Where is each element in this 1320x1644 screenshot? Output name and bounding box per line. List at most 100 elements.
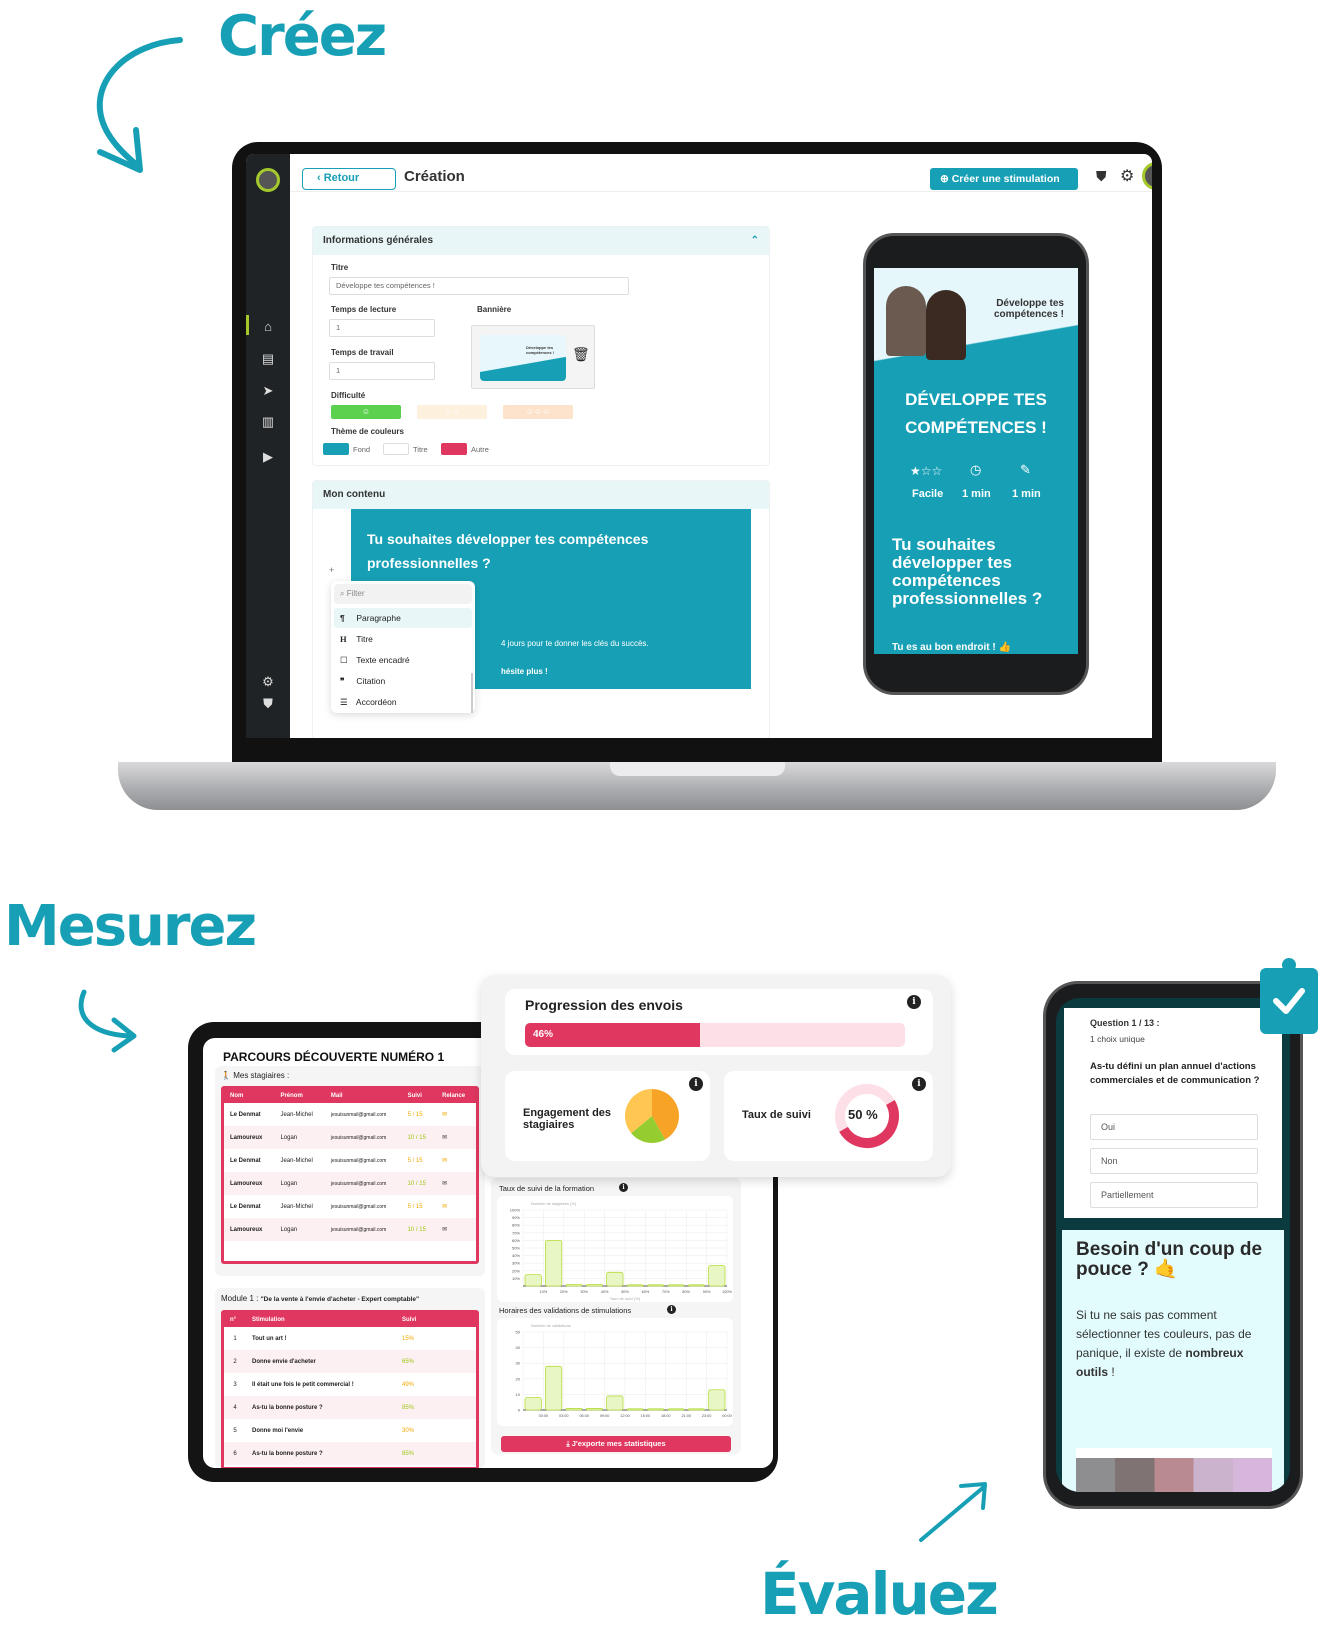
stimulation-name: As-tu la bonne posture ?: [246, 1396, 396, 1419]
stimulation-row[interactable]: 3 Il était une fois le petit commercial …: [224, 1373, 476, 1396]
shield-icon[interactable]: ⛊: [258, 694, 278, 714]
list-icon: ☰: [340, 697, 348, 707]
difficulty-hard[interactable]: ☺☺☺: [503, 405, 573, 419]
work-time-input[interactable]: 1: [329, 362, 435, 380]
plus-circle-icon: ⊕: [940, 173, 952, 185]
answer-option[interactable]: Oui: [1090, 1114, 1258, 1140]
book-icon[interactable]: ▤: [258, 349, 278, 369]
question-text: As-tu défini un plan annuel d'actions co…: [1090, 1061, 1260, 1086]
question-number: Question 1 / 13 :: [1090, 1018, 1160, 1028]
trash-icon[interactable]: 🗑: [572, 346, 590, 363]
info-icon[interactable]: i: [619, 1183, 628, 1192]
mail-icon[interactable]: ✉: [436, 1195, 476, 1218]
answer-option[interactable]: Non: [1090, 1148, 1258, 1174]
col-header[interactable]: Suivi: [401, 1089, 437, 1103]
chart-icon[interactable]: ▥: [258, 412, 278, 432]
send-icon[interactable]: ➤: [258, 381, 278, 401]
back-button[interactable]: ‹ Retour: [302, 168, 396, 190]
mail-icon[interactable]: ✉: [436, 1149, 476, 1172]
stimulation-row[interactable]: 5 Donne moi l'envie 30%: [224, 1419, 476, 1442]
shield-icon[interactable]: ⛊: [1096, 168, 1107, 185]
col-header[interactable]: Stimulation: [246, 1313, 396, 1327]
mail-icon[interactable]: ✉: [436, 1172, 476, 1195]
pencil-icon: ✎: [1020, 462, 1031, 477]
stimulation-row[interactable]: 2 Donne envie d'acheter 65%: [224, 1350, 476, 1373]
home-icon[interactable]: ⌂: [258, 317, 278, 337]
theme-swatch-title[interactable]: [383, 443, 409, 455]
difficulty-easy[interactable]: ☺: [331, 405, 401, 419]
validation-hours-chart: Nombre de validations0102030405000:00 03:…: [497, 1318, 733, 1426]
x-tick-label: 03:00: [559, 1414, 569, 1418]
col-header[interactable]: Mail: [324, 1089, 402, 1103]
module-panel: Module 1 : "De la vente à l'envie d'ache…: [215, 1288, 485, 1468]
col-header[interactable]: Relance: [436, 1089, 476, 1103]
bar: [524, 1274, 542, 1287]
stimulation-number: 2: [224, 1350, 246, 1373]
question-card: Question 1 / 13 : 1 choix unique As-tu d…: [1064, 1008, 1282, 1218]
export-button[interactable]: ⤓ J'exporte mes statistiques: [501, 1436, 731, 1452]
info-icon[interactable]: i: [907, 995, 921, 1009]
stimulation-name: Il était une fois le petit commercial !: [252, 1381, 354, 1388]
menu-item-quote[interactable]: ❞ Citation: [334, 671, 472, 691]
menu-item-paragraph[interactable]: ¶ Paragraphe: [334, 608, 472, 628]
user-avatar[interactable]: [1142, 162, 1152, 190]
title-label: Titre: [331, 263, 349, 272]
mail-icon[interactable]: ✉: [436, 1126, 476, 1149]
trainee-row[interactable]: Le Denmat Jean-Michel jesuisunmail@gmail…: [224, 1195, 476, 1218]
theme-label-title: Titre: [413, 445, 428, 454]
menu-item-title[interactable]: H Titre: [334, 629, 472, 649]
theme-swatch-other[interactable]: [441, 443, 467, 455]
y-tick-label: 10: [516, 1392, 521, 1397]
info-icon[interactable]: i: [667, 1305, 676, 1314]
trainee-row[interactable]: Lamoureux Logan jesuisunmail@gmail.com 1…: [224, 1218, 476, 1241]
video-icon[interactable]: ▶: [258, 447, 278, 467]
search-icon: ⌕: [340, 589, 347, 598]
trainee-row[interactable]: Le Denmat Jean-Michel jesuisunmail@gmail…: [224, 1149, 476, 1172]
stimulation-row[interactable]: 1 Tout un art ! 15%: [224, 1327, 476, 1350]
general-info-header[interactable]: Informations générales ⌃: [313, 227, 769, 255]
x-tick-label: 21:00: [681, 1414, 691, 1418]
theme-swatch-background[interactable]: [323, 443, 349, 455]
heading-evaluate: Évaluez: [760, 1560, 999, 1628]
menu-scrollbar[interactable]: [471, 673, 473, 713]
banner-dropzone[interactable]: Développe tes compétences ! 🗑: [471, 325, 595, 389]
add-block-button[interactable]: +: [329, 565, 334, 575]
mail-icon[interactable]: ✉: [436, 1103, 476, 1126]
trainee-lastname: Lamoureux: [224, 1172, 275, 1195]
info-icon[interactable]: i: [689, 1077, 703, 1091]
preview-banner: Développe tes compétences !: [874, 268, 1078, 364]
x-tick-label: 18:00: [661, 1414, 671, 1418]
gear-icon[interactable]: ⚙: [258, 672, 278, 692]
theme-label-other: Autre: [471, 445, 489, 454]
x-tick-label: 80%: [682, 1290, 690, 1294]
col-header[interactable]: Prénom: [274, 1089, 325, 1103]
stimulation-row[interactable]: 4 As-tu la bonne posture ? 85%: [224, 1396, 476, 1419]
stars-icon: ★☆☆: [910, 464, 943, 478]
difficulty-medium[interactable]: ☺☺: [417, 405, 487, 419]
trainee-row[interactable]: Lamoureux Logan jesuisunmail@gmail.com 1…: [224, 1126, 476, 1149]
preview-subtext: Tu es au bon endroit ! 👍: [892, 642, 1011, 653]
col-header[interactable]: Nom: [224, 1089, 275, 1103]
gear-icon[interactable]: ⚙: [1120, 166, 1134, 186]
trainee-row[interactable]: Le Denmat Jean-Michel jesuisunmail@gmail…: [224, 1103, 476, 1126]
title-input[interactable]: Développe tes compétences !: [329, 277, 629, 295]
y-tick-label: 30%: [512, 1261, 520, 1266]
menu-item-accordion[interactable]: ☰ Accordéon: [334, 692, 472, 712]
trainee-row[interactable]: Lamoureux Logan jesuisunmail@gmail.com 1…: [224, 1172, 476, 1195]
col-header[interactable]: n°: [224, 1313, 246, 1327]
chevron-up-icon[interactable]: ⌃: [751, 227, 759, 255]
reading-time-input[interactable]: 1: [329, 319, 435, 337]
create-stimulation-button[interactable]: ⊕ Créer une stimulation: [930, 168, 1078, 190]
menu-item-boxed-text[interactable]: ☐ Texte encadré: [334, 650, 472, 670]
filter-input[interactable]: ⌕ Filter: [334, 584, 472, 604]
answer-option[interactable]: Partiellement: [1090, 1182, 1258, 1208]
help-title: Besoin d'un coup de pouce ? 🤙: [1076, 1239, 1263, 1280]
preview-phone: Développe tes compétences ! DÉVELOPPE TE…: [866, 236, 1086, 692]
col-header[interactable]: Suivi: [396, 1313, 476, 1327]
stimulation-row[interactable]: 6 As-tu la bonne posture ? 85%: [224, 1442, 476, 1465]
info-icon[interactable]: i: [912, 1077, 926, 1091]
logo-avatar[interactable]: [256, 168, 280, 192]
mail-icon[interactable]: ✉: [436, 1218, 476, 1241]
stimulation-number: 5: [233, 1427, 237, 1434]
trainees-table: Nom Prénom Mail Suivi Relance Le Denmat …: [221, 1086, 479, 1264]
